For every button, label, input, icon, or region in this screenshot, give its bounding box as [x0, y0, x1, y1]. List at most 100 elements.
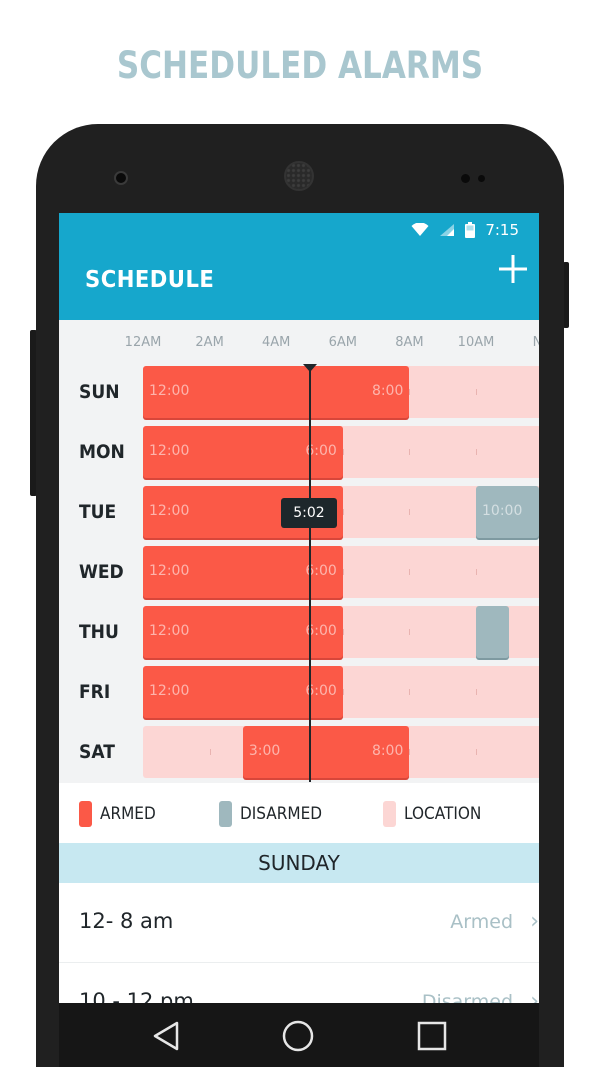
- current-time-line[interactable]: [309, 365, 311, 782]
- plus-icon[interactable]: [493, 249, 533, 289]
- proximity-sensor: [461, 174, 470, 183]
- location-track[interactable]: 12:00 6:00: [143, 426, 539, 478]
- schedule-timeline[interactable]: 12AM 2AM 4AM 6AM 8AM 10AM NO SUN 12:00 8:00 MON 12…: [59, 320, 539, 783]
- hour-axis: 12AM 2AM 4AM 6AM 8AM 10AM NO: [59, 320, 539, 364]
- hour-tick: [342, 569, 344, 575]
- day-label: WED: [79, 561, 124, 583]
- location-track[interactable]: 12:00 6:00: [143, 666, 539, 718]
- hour-tick: [342, 449, 344, 455]
- schedule-row-mon[interactable]: MON 12:00 6:00: [59, 426, 539, 482]
- home-icon[interactable]: [281, 1019, 315, 1053]
- segment-start-time: 12:00: [149, 383, 190, 399]
- battery-icon: [465, 222, 476, 238]
- hour-tick: [342, 629, 344, 635]
- hour-tick: [476, 689, 477, 695]
- hour-tick: [209, 749, 211, 755]
- hour-label: 2AM: [195, 335, 224, 350]
- selected-day-header: SUNDAY: [59, 843, 539, 883]
- hour-tick: [409, 509, 411, 515]
- armed-segment[interactable]: 3:00 8:00: [242, 726, 410, 778]
- segment-end-time: 8:00: [371, 743, 404, 759]
- legend-disarmed: DISARMED: [219, 801, 331, 827]
- armed-segment[interactable]: 12:006:00: [143, 606, 343, 658]
- chevron-right-icon: ›: [530, 909, 539, 934]
- day-label: SUN: [79, 381, 120, 403]
- segment-start-time: 12:00: [149, 563, 190, 579]
- segment-start-time: 12:00: [149, 503, 190, 519]
- hour-tick: [476, 389, 477, 395]
- page-title: SCHEDULED ALARMS: [116, 44, 484, 87]
- legend-armed-label: ARMED: [100, 804, 156, 824]
- hour-tick: [342, 509, 344, 515]
- armed-segment[interactable]: 12:006:00: [143, 666, 343, 718]
- hour-label: 10AM: [457, 335, 495, 350]
- hour-tick: [409, 389, 411, 395]
- day-label: MON: [79, 441, 125, 463]
- hour-tick: [409, 689, 411, 695]
- hour-tick: [476, 569, 477, 575]
- front-camera: [114, 171, 128, 185]
- day-label: SAT: [79, 741, 115, 763]
- app-bar-title: SCHEDULE: [85, 267, 215, 293]
- schedule-row-fri[interactable]: FRI 12:00 6:00: [59, 666, 539, 722]
- hour-tick: [409, 449, 411, 455]
- hour-label: 8AM: [395, 335, 424, 350]
- hour-tick: [342, 689, 344, 695]
- legend-location-label: LOCATION: [404, 804, 482, 824]
- hour-tick: [409, 749, 411, 755]
- hour-tick: [476, 449, 477, 455]
- hour-tick: [409, 629, 411, 635]
- status-time: 7:15: [485, 221, 519, 239]
- list-item-status: Armed: [450, 911, 513, 933]
- segment-start-time: 3:00: [248, 743, 281, 759]
- schedule-row-wed[interactable]: WED 12:00 6:00: [59, 546, 539, 602]
- segment-start-time: 12:00: [149, 683, 190, 699]
- light-sensor: [478, 175, 485, 182]
- signal-icon: [440, 224, 455, 236]
- hour-label: 4AM: [261, 335, 291, 350]
- current-time-marker[interactable]: [303, 364, 317, 372]
- location-track[interactable]: 12:006:0010:00: [143, 486, 539, 538]
- hour-label: 12AM: [124, 335, 162, 350]
- app-bar: 7:15 SCHEDULE: [59, 213, 539, 320]
- disarmed-segment[interactable]: [476, 606, 510, 658]
- legend-disarmed-label: DISARMED: [240, 804, 323, 824]
- system-navigation-bar: [59, 1003, 539, 1067]
- location-track[interactable]: 3:00 8:00: [143, 726, 539, 778]
- current-time-badge: 5:02: [281, 498, 337, 528]
- hour-tick: [409, 569, 411, 575]
- status-bar: 7:15: [411, 219, 519, 241]
- day-label: TUE: [79, 501, 117, 523]
- hour-tick: [476, 749, 477, 755]
- earpiece-speaker: [284, 161, 314, 191]
- schedule-row-sun[interactable]: SUN 12:00 8:00: [59, 366, 539, 422]
- legend-armed: ARMED: [79, 801, 162, 827]
- day-label: FRI: [79, 681, 111, 703]
- wifi-icon: [411, 223, 429, 236]
- disarmed-swatch: [219, 801, 232, 827]
- hour-label: NO: [532, 335, 539, 350]
- location-swatch: [383, 801, 396, 827]
- segment-start-time: 10:00: [482, 503, 523, 519]
- schedule-list-item[interactable]: 12- 8 am Armed ›: [59, 883, 539, 963]
- recents-icon[interactable]: [415, 1019, 449, 1053]
- day-label: THU: [79, 621, 119, 643]
- segment-end-time: 8:00: [371, 383, 404, 399]
- armed-segment[interactable]: 12:006:00: [143, 426, 343, 478]
- schedule-row-sat[interactable]: SAT 3:00 8:00: [59, 726, 539, 782]
- back-icon[interactable]: [149, 1019, 183, 1053]
- disarmed-segment[interactable]: 10:00: [476, 486, 539, 538]
- schedule-row-thu[interactable]: THU 12:00 6:00: [59, 606, 539, 662]
- phone-screen: 7:15 SCHEDULE 12AM 2AM 4AM 6AM 8AM 10AM NO SUN…: [59, 213, 539, 1067]
- location-track[interactable]: 12:00 8:00: [143, 366, 539, 418]
- armed-segment[interactable]: 12:00 8:00: [143, 366, 410, 418]
- location-track[interactable]: 12:00 6:00: [143, 546, 539, 598]
- legend-location: LOCATION: [383, 801, 490, 827]
- legend: ARMED DISARMED LOCATION: [59, 783, 539, 843]
- segment-start-time: 12:00: [149, 623, 190, 639]
- location-track[interactable]: 12:00 6:00: [143, 606, 539, 658]
- segment-start-time: 12:00: [149, 443, 190, 459]
- hour-label: 6AM: [328, 335, 357, 350]
- list-item-time: 12- 8 am: [79, 909, 174, 933]
- armed-segment[interactable]: 12:006:00: [143, 546, 343, 598]
